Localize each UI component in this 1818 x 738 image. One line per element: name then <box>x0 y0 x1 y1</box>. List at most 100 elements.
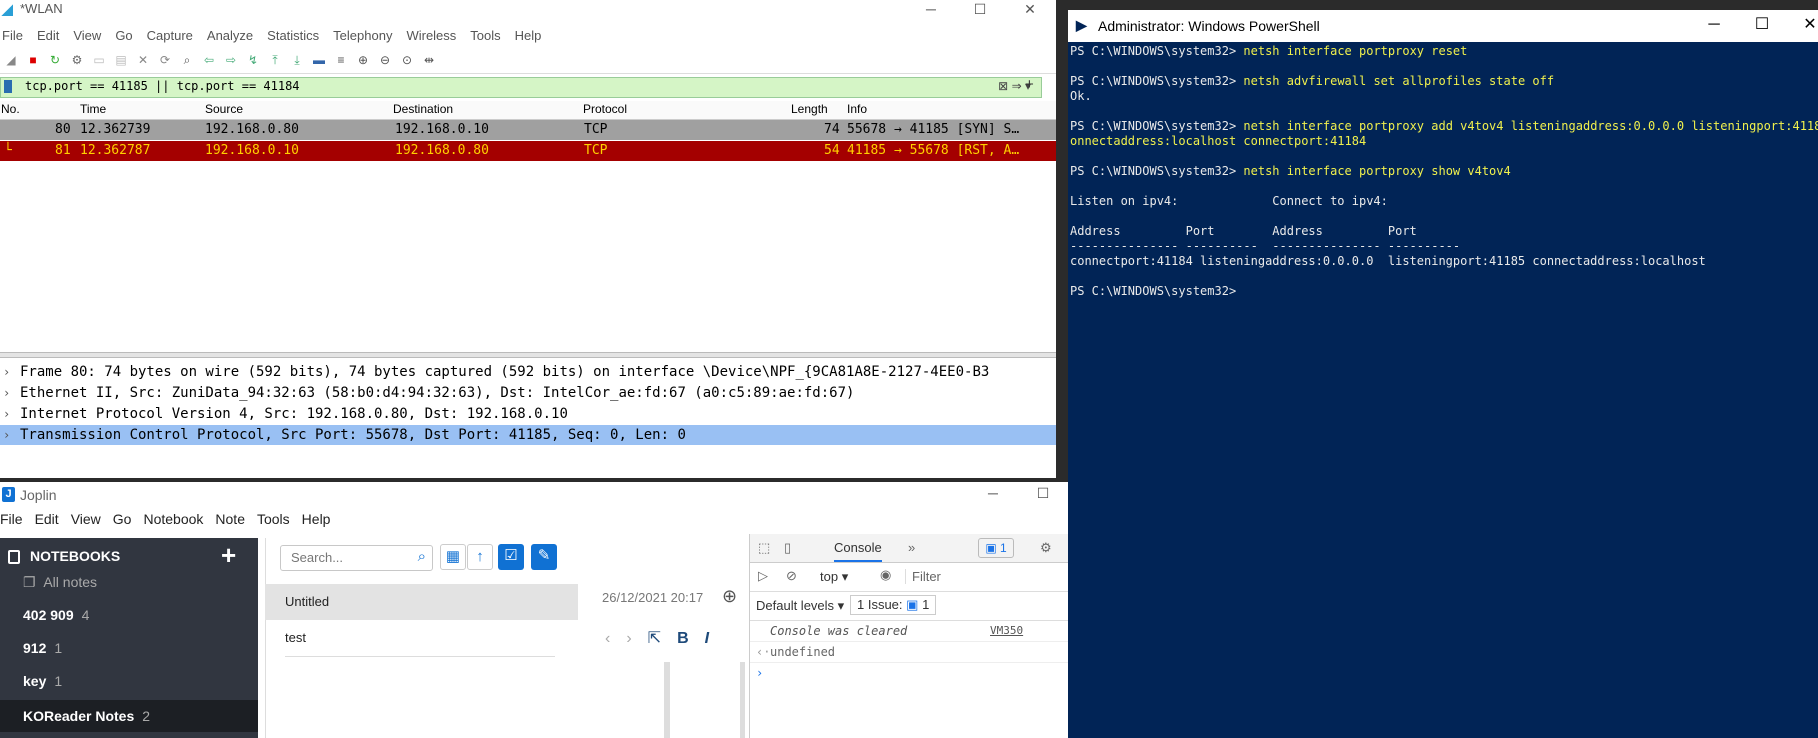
globe-icon[interactable]: ⊕ <box>722 586 737 607</box>
menu-edit[interactable]: Edit <box>30 26 66 46</box>
scrollbar[interactable] <box>664 662 670 738</box>
chevron-right-icon[interactable]: › <box>3 404 10 424</box>
zoom-normal-icon[interactable]: ⊙ <box>398 51 416 69</box>
minimize-button[interactable]: ─ <box>1690 14 1738 38</box>
capture-options-icon[interactable]: ⚙ <box>68 51 86 69</box>
maximize-button[interactable]: ☐ <box>957 0 1003 20</box>
search-input[interactable]: Search... ⌕ <box>280 545 433 571</box>
sidebar-toggle-icon[interactable]: ▷ <box>758 568 768 584</box>
console-input[interactable]: › <box>750 663 1068 683</box>
scrollbar[interactable] <box>740 662 745 738</box>
close-button[interactable]: ✕ <box>1007 0 1053 20</box>
sidebar-item-notebook-selected[interactable]: KOReader Notes 2 <box>0 700 258 732</box>
detail-tree-item[interactable]: › Internet Protocol Version 4, Src: 192.… <box>0 404 1056 424</box>
last-packet-icon[interactable]: ⤓ <box>288 51 306 69</box>
minimize-button[interactable]: ─ <box>970 484 1016 504</box>
col-length[interactable]: Length <box>791 102 828 116</box>
sidebar-item-notebook[interactable]: 912 1 <box>0 634 258 662</box>
menu-go[interactable]: Go <box>108 26 139 46</box>
resize-columns-icon[interactable]: ⇹ <box>420 51 438 69</box>
context-select[interactable]: top ▾ <box>820 569 848 585</box>
go-back-icon[interactable]: ⇦ <box>200 51 218 69</box>
eye-icon[interactable]: ◉ <box>880 567 891 583</box>
new-todo-button[interactable]: ☑ <box>498 544 524 570</box>
gear-icon[interactable]: ⚙ <box>1040 540 1052 556</box>
powershell-console[interactable]: PS C:\WINDOWS\system32> netsh interface … <box>1070 44 1818 299</box>
menu-go[interactable]: Go <box>107 509 138 529</box>
pane-splitter[interactable] <box>0 352 1056 358</box>
restart-capture-icon[interactable]: ↻ <box>46 51 64 69</box>
console-filter-input[interactable]: Filter <box>905 569 941 584</box>
bold-icon[interactable]: B <box>677 630 689 647</box>
menu-view[interactable]: View <box>65 509 107 529</box>
menu-statistics[interactable]: Statistics <box>260 26 326 46</box>
back-icon[interactable]: ‹ <box>605 630 610 647</box>
menu-help[interactable]: Help <box>296 509 337 529</box>
list-item[interactable]: test <box>265 620 578 656</box>
add-notebook-button[interactable]: + <box>221 540 236 571</box>
tab-console[interactable]: Console <box>834 540 882 562</box>
levels-select[interactable]: Default levels ▾ <box>756 598 844 614</box>
sidebar-item-notebook[interactable]: key 1 <box>0 667 258 695</box>
go-forward-icon[interactable]: ⇨ <box>222 51 240 69</box>
sidebar-item-all-notes[interactable]: ❐ All notes <box>0 568 258 596</box>
zoom-in-icon[interactable]: ⊕ <box>354 51 372 69</box>
close-file-icon[interactable]: ✕ <box>134 51 152 69</box>
menu-note[interactable]: Note <box>209 509 251 529</box>
autoscroll-icon[interactable]: ▬ <box>310 51 328 69</box>
menu-analyze[interactable]: Analyze <box>200 26 260 46</box>
sort-direction-button[interactable]: ↑ <box>467 544 493 570</box>
menu-view[interactable]: View <box>66 26 108 46</box>
external-edit-icon[interactable]: ⇱ <box>648 630 661 647</box>
inspect-element-icon[interactable]: ⬚ <box>758 540 770 556</box>
search-icon[interactable]: ⌕ <box>418 548 426 565</box>
col-no[interactable]: No. <box>1 102 20 116</box>
menu-edit[interactable]: Edit <box>29 509 65 529</box>
clear-filter-icon[interactable]: ⊠ <box>998 79 1008 93</box>
more-tabs-icon[interactable]: » <box>908 540 915 555</box>
add-filter-button[interactable]: + <box>1025 76 1034 93</box>
menu-capture[interactable]: Capture <box>140 26 200 46</box>
clear-console-icon[interactable]: ⊘ <box>786 568 797 584</box>
source-link[interactable]: VM350 <box>990 621 1023 641</box>
close-button[interactable]: ✕ <box>1786 14 1818 38</box>
zoom-out-icon[interactable]: ⊖ <box>376 51 394 69</box>
chevron-right-icon[interactable]: › <box>3 383 10 403</box>
forward-icon[interactable]: › <box>626 630 631 647</box>
display-filter-bar[interactable]: tcp.port == 41185 || tcp.port == 41184 ⊠… <box>0 77 1042 98</box>
display-filter-input[interactable]: tcp.port == 41185 || tcp.port == 41184 <box>25 79 300 93</box>
save-file-icon[interactable]: ▤ <box>112 51 130 69</box>
device-toolbar-icon[interactable]: ▯ <box>784 540 791 556</box>
italic-icon[interactable]: I <box>705 630 709 647</box>
open-file-icon[interactable]: ▭ <box>90 51 108 69</box>
apply-filter-icon[interactable]: ⇒ <box>1012 79 1022 93</box>
reload-icon[interactable]: ⟳ <box>156 51 174 69</box>
menu-notebook[interactable]: Notebook <box>137 509 209 529</box>
col-info[interactable]: Info <box>847 102 867 116</box>
packet-row[interactable]: └ 81 12.362787 192.168.0.10 192.168.0.80… <box>0 141 1056 161</box>
menu-file[interactable]: File <box>0 509 29 529</box>
col-time[interactable]: Time <box>80 102 106 116</box>
sidebar-item-notebook[interactable]: 402 909 4 <box>0 601 258 629</box>
menu-file[interactable]: File <box>0 26 30 46</box>
bookmark-icon[interactable] <box>4 80 12 93</box>
col-protocol[interactable]: Protocol <box>583 102 627 116</box>
find-packet-icon[interactable]: ⌕ <box>178 51 196 69</box>
stop-capture-icon[interactable]: ■ <box>24 51 42 69</box>
shark-fin-icon[interactable]: ◢ <box>2 51 20 69</box>
chevron-right-icon[interactable]: › <box>3 425 10 445</box>
detail-tree-item-selected[interactable]: › Transmission Control Protocol, Src Por… <box>0 425 1056 445</box>
colorize-icon[interactable]: ≡ <box>332 51 350 69</box>
minimize-button[interactable]: ─ <box>908 0 954 20</box>
maximize-button[interactable]: ☐ <box>1020 484 1066 504</box>
go-to-packet-icon[interactable]: ↯ <box>244 51 262 69</box>
menu-tools[interactable]: Tools <box>463 26 507 46</box>
new-note-button[interactable]: ✎ <box>531 544 557 570</box>
detail-tree-item[interactable]: › Ethernet II, Src: ZuniData_94:32:63 (5… <box>0 383 1056 403</box>
packet-row[interactable]: 80 12.362739 192.168.0.80 192.168.0.10 T… <box>0 120 1056 140</box>
col-source[interactable]: Source <box>205 102 243 116</box>
first-packet-icon[interactable]: ⤒ <box>266 51 284 69</box>
maximize-button[interactable]: ☐ <box>1738 14 1786 38</box>
detail-tree-item[interactable]: › Frame 80: 74 bytes on wire (592 bits),… <box>0 362 1056 382</box>
menu-tools[interactable]: Tools <box>251 509 296 529</box>
